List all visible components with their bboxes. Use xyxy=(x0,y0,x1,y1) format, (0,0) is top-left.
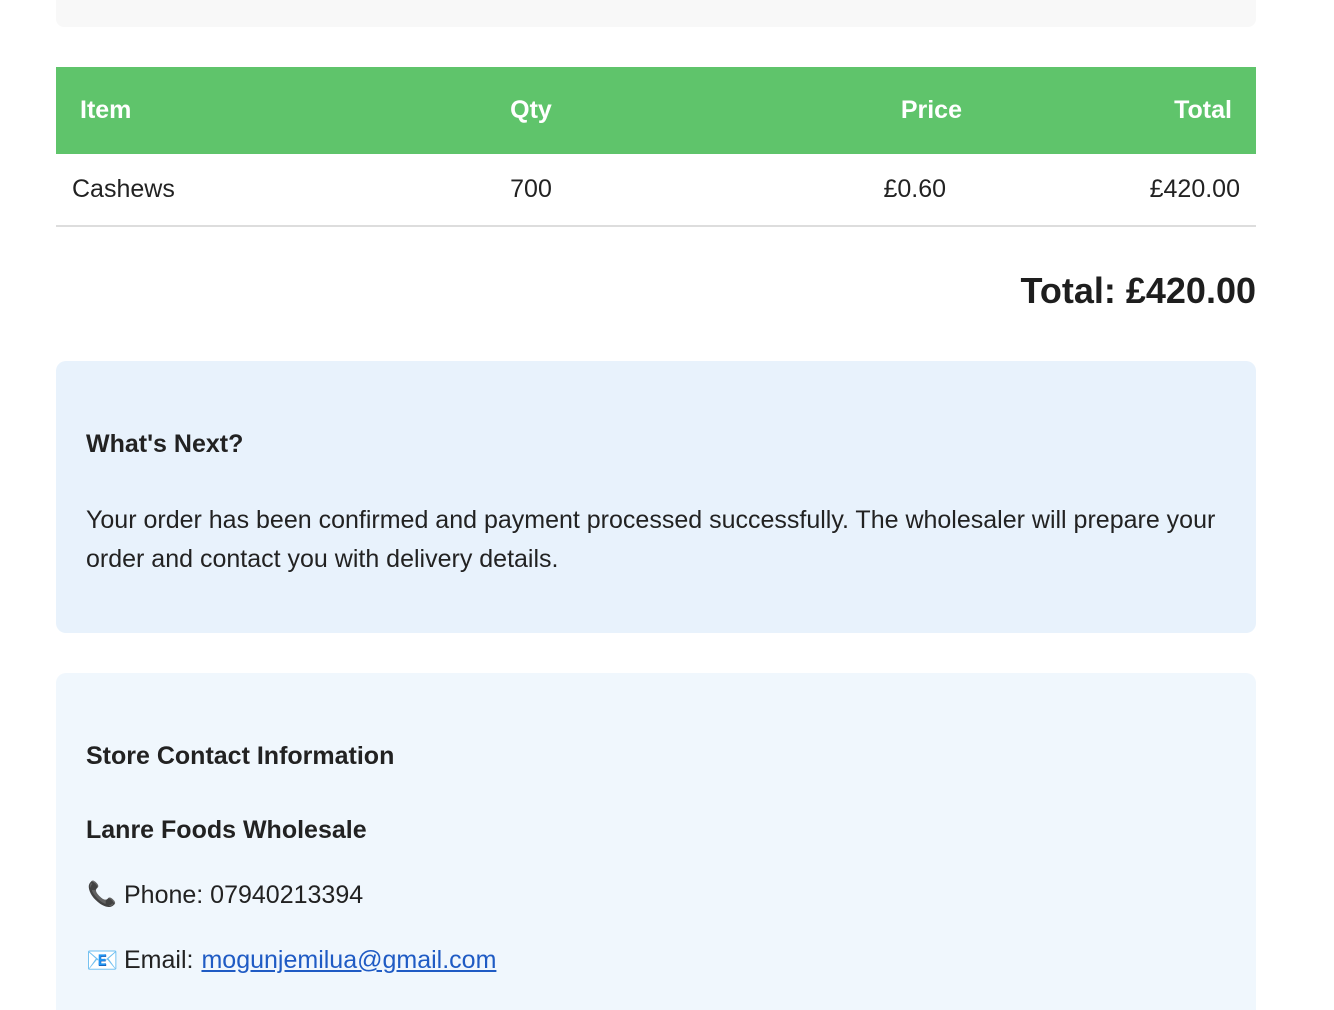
whats-next-heading: What's Next? xyxy=(86,430,244,458)
column-header-qty: Qty xyxy=(416,67,646,154)
order-confirmation-page: Item Qty Price Total Cashews 700 £0.60 £… xyxy=(0,0,1334,1010)
email-label: Email: xyxy=(124,946,194,974)
column-header-total: Total xyxy=(986,67,1256,154)
email-link[interactable]: mogunjemilua@gmail.com xyxy=(201,943,496,977)
store-name: Lanre Foods Wholesale xyxy=(86,816,367,844)
previous-section-card xyxy=(56,0,1256,27)
cell-item-name: Cashews xyxy=(56,154,416,227)
cell-line-total: £420.00 xyxy=(986,154,1256,227)
order-grand-total: Total: £420.00 xyxy=(1020,270,1256,311)
store-contact-heading: Store Contact Information xyxy=(86,742,395,770)
whats-next-message: Your order has been confirmed and paymen… xyxy=(86,506,1216,573)
email-line: 📧 Email: mogunjemilua@gmail.com xyxy=(86,943,1226,977)
whats-next-panel: What's Next? Your order has been confirm… xyxy=(56,361,1256,633)
cell-quantity: 700 xyxy=(416,154,646,227)
column-header-price: Price xyxy=(646,67,986,154)
column-header-item: Item xyxy=(56,67,416,154)
table-row: Cashews 700 £0.60 £420.00 xyxy=(56,154,1256,227)
phone-text: Phone: 07940213394 xyxy=(124,881,364,909)
telephone-icon: 📞 xyxy=(87,881,117,908)
order-items-table: Item Qty Price Total Cashews 700 £0.60 £… xyxy=(56,67,1256,227)
envelope-icon: 📧 xyxy=(86,945,119,975)
table-header-row: Item Qty Price Total xyxy=(56,67,1256,154)
phone-line: 📞 Phone: 07940213394 xyxy=(86,878,1226,912)
cell-unit-price: £0.60 xyxy=(646,154,986,227)
store-contact-panel: Store Contact Information Lanre Foods Wh… xyxy=(56,673,1256,1010)
